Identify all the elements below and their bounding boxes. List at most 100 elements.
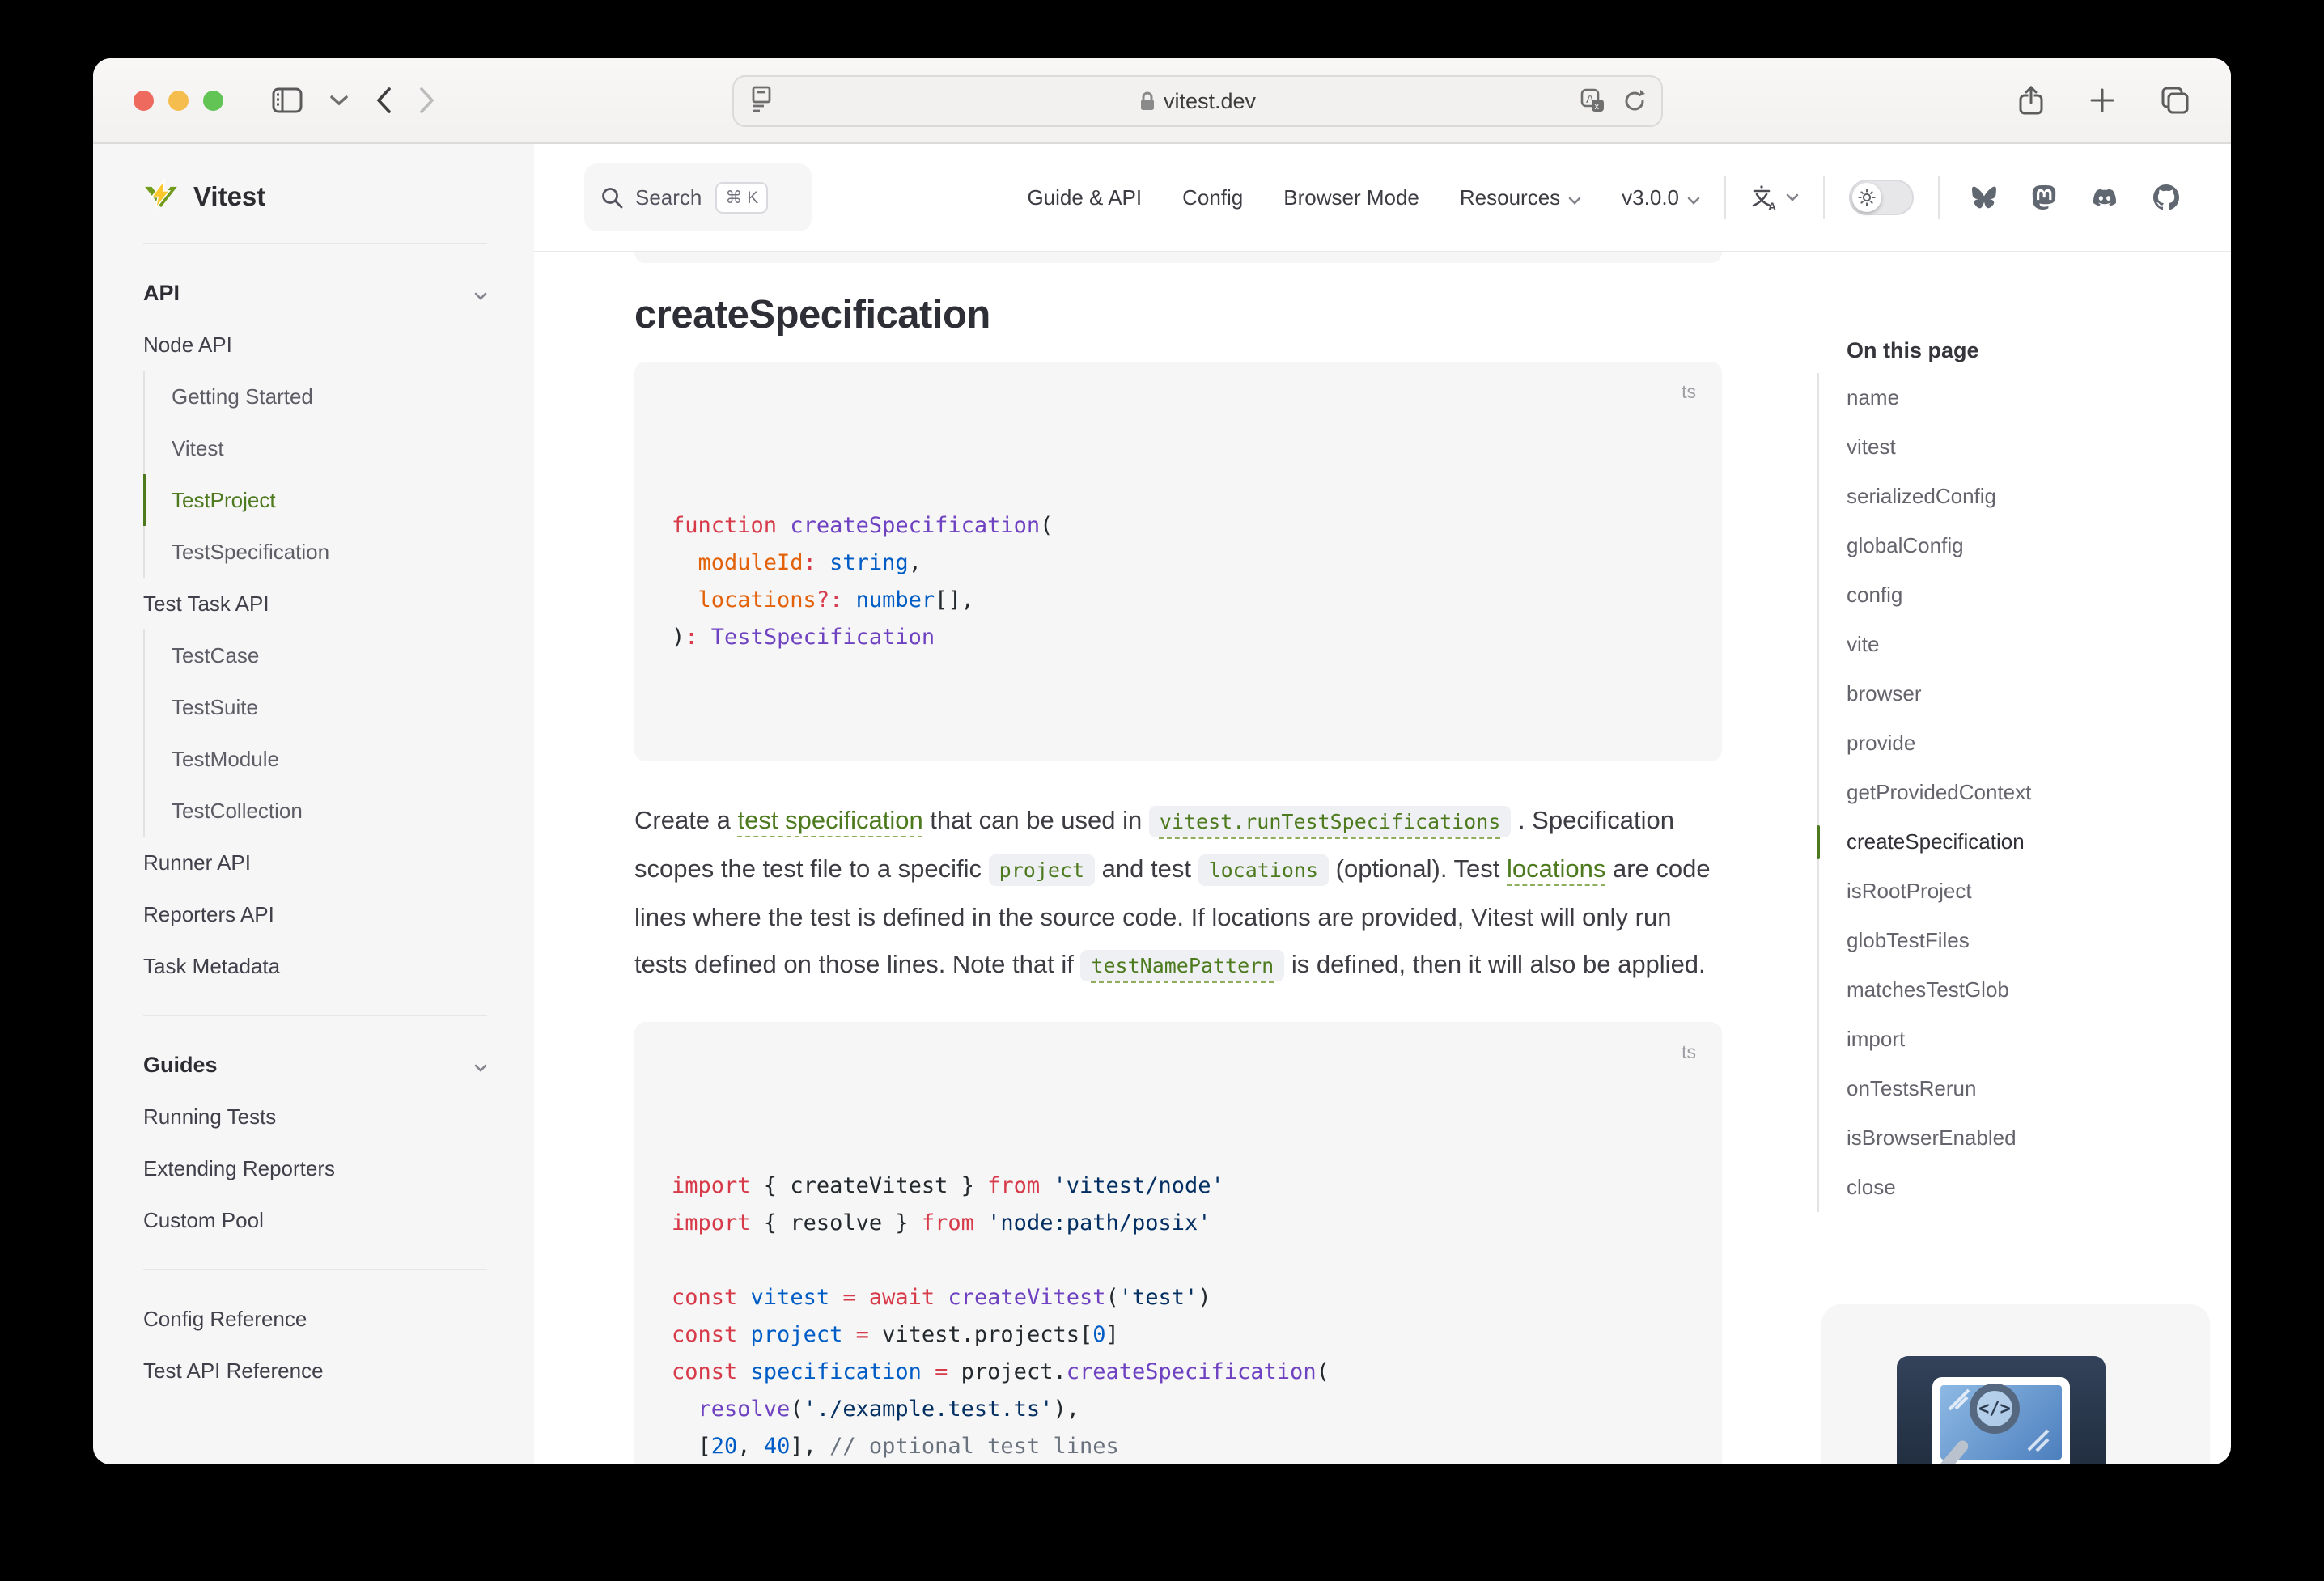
sidebar-item-testcase[interactable]: TestCase	[143, 629, 487, 681]
back-button[interactable]	[375, 87, 392, 114]
sidebar-toggle-icon	[272, 87, 303, 113]
toc-item-globalconfig[interactable]: globalConfig	[1847, 521, 2230, 570]
code-token: from	[922, 1210, 974, 1236]
vitest-logo[interactable]: Vitest	[143, 173, 487, 220]
sidebar-item-config-reference[interactable]: Config Reference	[143, 1293, 487, 1345]
sidebar-group-api[interactable]: API	[143, 267, 487, 319]
forward-icon	[419, 87, 435, 114]
nav-link-config[interactable]: Config	[1182, 185, 1243, 210]
toc-item-vite[interactable]: vite	[1847, 620, 2230, 669]
forward-button[interactable]	[419, 87, 435, 114]
sidebar-item-vitest[interactable]: Vitest	[143, 422, 487, 474]
theme-toggle-knob	[1852, 183, 1881, 212]
search-icon	[600, 186, 623, 209]
mastodon-link[interactable]	[2032, 184, 2056, 210]
new-tab-button[interactable]	[2090, 88, 2114, 112]
sidebar-item-testmodule[interactable]: TestModule	[143, 733, 487, 785]
code-token: project	[751, 1322, 843, 1347]
sidebar-item-node-api[interactable]: Node API	[143, 319, 487, 371]
sidebar-item-runner-api[interactable]: Runner API	[143, 837, 487, 888]
signature-code: function createSpecification( moduleId: …	[672, 507, 1685, 656]
nav-link-browser-mode[interactable]: Browser Mode	[1283, 185, 1419, 210]
sidebar-item-getting-started[interactable]: Getting Started	[143, 371, 487, 422]
zoom-window-button[interactable]	[203, 91, 223, 111]
top-nav: Guide & API Config Browser Mode Resources v…	[986, 144, 2179, 251]
toc-item-browser[interactable]: browser	[1847, 669, 2230, 718]
sidebar-item-test-task-api[interactable]: Test Task API	[143, 578, 487, 629]
toc-item-isbrowserenabled[interactable]: isBrowserEnabled	[1847, 1113, 2230, 1163]
sidebar-item-testsuite[interactable]: TestSuite	[143, 681, 487, 733]
toc-active-marker	[1817, 825, 1820, 859]
address-bar[interactable]: vitest.dev Ax	[732, 75, 1663, 127]
tab-overview-button[interactable]	[2161, 87, 2189, 114]
sponsor-illustration: </>	[1897, 1356, 2106, 1464]
docs-sidebar: Vitest APINode APIGetting StartedVitestT…	[93, 144, 534, 1464]
code-token: specification	[751, 1359, 922, 1384]
code-token: 'vitest/node'	[1053, 1173, 1223, 1198]
toc-item-name[interactable]: name	[1847, 373, 2230, 422]
sponsor-card[interactable]: </>	[1821, 1304, 2210, 1464]
sidebar-item-reporters-api[interactable]: Reporters API	[143, 888, 487, 940]
sidebar-item-test-api-reference[interactable]: Test API Reference	[143, 1345, 487, 1397]
code-token	[842, 1322, 855, 1347]
code-token: 20	[711, 1434, 738, 1459]
share-button[interactable]	[2019, 85, 2043, 116]
inline-code-link[interactable]: vitest.runTestSpecifications	[1149, 806, 1511, 837]
nav-link-guide-api[interactable]: Guide & API	[1027, 185, 1142, 210]
nav-dropdown-resources[interactable]: Resources	[1460, 185, 1581, 210]
signature-code-block[interactable]: ts function createSpecification( moduleI…	[634, 362, 1722, 761]
minimize-window-button[interactable]	[168, 91, 189, 111]
inline-code: project	[989, 854, 1095, 886]
theme-toggle[interactable]	[1849, 180, 1914, 215]
toc-item-vitest[interactable]: vitest	[1847, 422, 2230, 472]
code-token	[816, 550, 829, 575]
toc-item-isrootproject[interactable]: isRootProject	[1847, 867, 2230, 916]
toc-item-provide[interactable]: provide	[1847, 718, 2230, 768]
code-token: import	[672, 1210, 751, 1236]
sidebar-item-testcollection[interactable]: TestCollection	[143, 785, 487, 837]
translate-icon: A	[1750, 184, 1778, 211]
example-code-block[interactable]: ts import { createVitest } from 'vitest/…	[634, 1022, 1722, 1464]
example-line: resolve('./example.test.ts'),	[672, 1391, 1685, 1428]
signature-line: moduleId: string,	[672, 545, 1685, 582]
language-menu[interactable]: A	[1750, 184, 1799, 211]
toc-item-config[interactable]: config	[1847, 570, 2230, 620]
close-window-button[interactable]	[134, 91, 154, 111]
toc-item-ontestsrerun[interactable]: onTestsRerun	[1847, 1064, 2230, 1113]
toc-item-serializedconfig[interactable]: serializedConfig	[1847, 472, 2230, 521]
toc-item-import[interactable]: import	[1847, 1015, 2230, 1064]
translate-page-icon[interactable]: Ax	[1580, 88, 1606, 114]
sidebar-item-testproject[interactable]: TestProject	[143, 474, 487, 526]
search-box[interactable]: Search ⌘ K	[584, 163, 812, 231]
toc-item-close[interactable]: close	[1847, 1163, 2230, 1212]
example-line: const specification = project.createSpec…	[672, 1354, 1685, 1391]
discord-link[interactable]	[2090, 186, 2119, 209]
toc-item-createspecification[interactable]: createSpecification	[1847, 817, 2230, 867]
inline-link[interactable]: test specification	[738, 806, 923, 834]
inline-code-link[interactable]: testNamePattern	[1080, 950, 1284, 981]
code-token: =	[856, 1322, 869, 1347]
github-link[interactable]	[2153, 184, 2179, 210]
reload-icon[interactable]	[1622, 89, 1647, 113]
code-token	[856, 1285, 869, 1310]
inline-link[interactable]: locations	[1507, 854, 1605, 883]
nav-dropdown-v3-0-0[interactable]: v3.0.0	[1622, 185, 1700, 210]
toc-item-matchestestglob[interactable]: matchesTestGlob	[1847, 965, 2230, 1015]
sidebar-menu-chevron[interactable]	[330, 95, 348, 106]
sidebar-item-task-metadata[interactable]: Task Metadata	[143, 940, 487, 992]
plus-icon	[2090, 88, 2114, 112]
sidebar-group-guides[interactable]: Guides	[143, 1039, 487, 1091]
toc-item-getprovidedcontext[interactable]: getProvidedContext	[1847, 768, 2230, 817]
code-token	[1040, 1173, 1053, 1198]
code-token: :	[804, 550, 816, 575]
reader-button[interactable]	[750, 86, 773, 117]
sidebar-item-custom-pool[interactable]: Custom Pool	[143, 1194, 487, 1246]
toc-item-globtestfiles[interactable]: globTestFiles	[1847, 916, 2230, 965]
bluesky-link[interactable]	[1970, 185, 1998, 210]
example-line: const project = vitest.projects[0]	[672, 1316, 1685, 1354]
code-lang-label: ts	[1682, 1033, 1696, 1070]
sidebar-item-testspecification[interactable]: TestSpecification	[143, 526, 487, 578]
sidebar-item-extending-reporters[interactable]: Extending Reporters	[143, 1142, 487, 1194]
sidebar-item-running-tests[interactable]: Running Tests	[143, 1091, 487, 1142]
sidebar-toggle-button[interactable]	[272, 87, 303, 113]
